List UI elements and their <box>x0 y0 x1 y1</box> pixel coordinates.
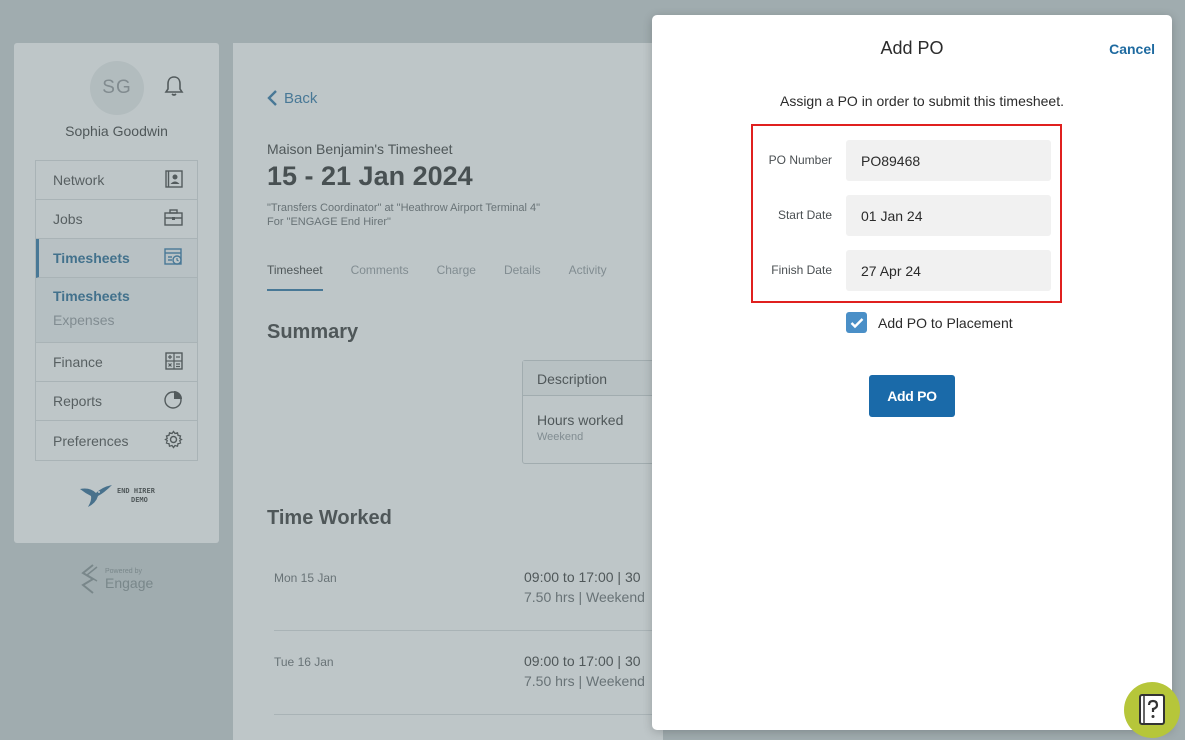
add-po-button[interactable]: Add PO <box>869 375 955 417</box>
modal-instruction: Assign a PO in order to submit this time… <box>779 93 1064 109</box>
finish-date-row: Finish Date <box>754 250 1054 291</box>
start-date-label: Start Date <box>777 208 832 222</box>
start-date-row: Start Date <box>754 195 1054 236</box>
help-button[interactable] <box>1124 682 1180 738</box>
finish-date-label: Finish Date <box>771 263 832 277</box>
finish-date-input[interactable] <box>846 250 1051 291</box>
po-number-input[interactable] <box>846 140 1051 181</box>
checkmark-icon <box>850 317 863 328</box>
add-to-placement-row[interactable]: Add PO to Placement <box>846 312 1013 333</box>
add-po-modal: Add PO Cancel Assign a PO in order to su… <box>652 15 1172 730</box>
add-to-placement-checkbox[interactable] <box>846 312 867 333</box>
cancel-button[interactable]: Cancel <box>1109 41 1155 57</box>
help-book-icon <box>1139 694 1165 725</box>
po-number-label: PO Number <box>768 153 832 167</box>
add-to-placement-label: Add PO to Placement <box>878 314 1013 331</box>
modal-title: Add PO <box>880 38 944 58</box>
po-number-row: PO Number <box>754 140 1054 181</box>
start-date-input[interactable] <box>846 195 1051 236</box>
